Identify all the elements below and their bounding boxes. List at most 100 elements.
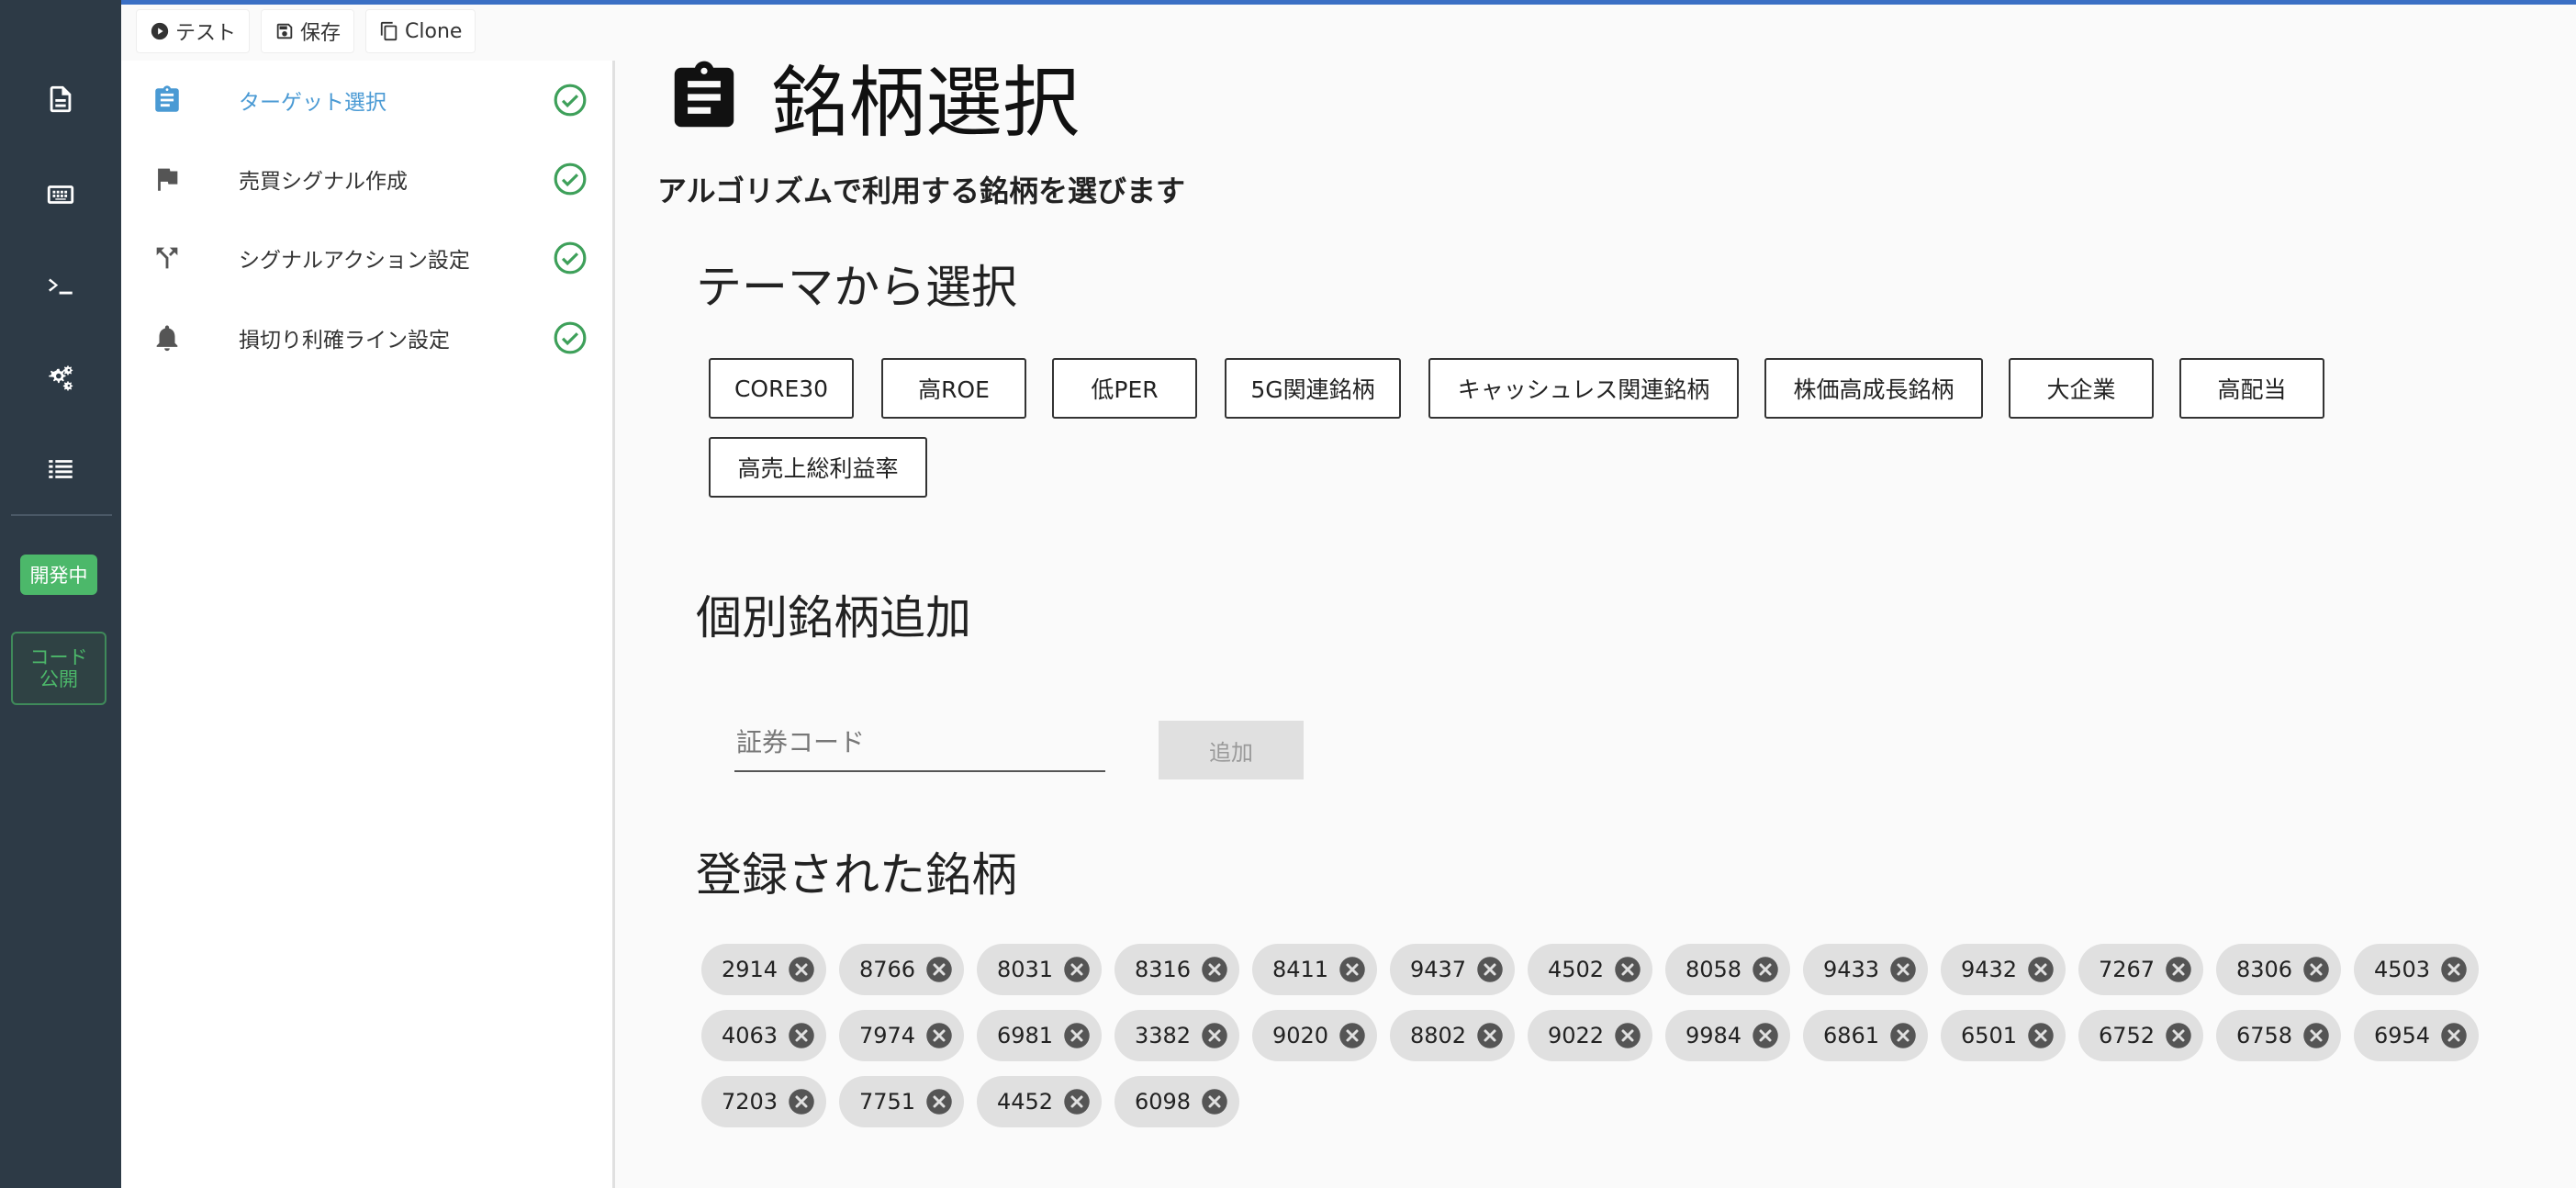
- remove-chip-icon[interactable]: [2165, 1022, 2192, 1049]
- theme-button[interactable]: 株価高成長銘柄: [1764, 358, 1983, 419]
- stock-code: 9020: [1272, 1023, 1329, 1048]
- theme-button[interactable]: 大企業: [2009, 358, 2154, 419]
- remove-chip-icon[interactable]: [1889, 1022, 1917, 1049]
- remove-chip-icon[interactable]: [1201, 956, 1228, 983]
- remove-chip-icon[interactable]: [2440, 956, 2468, 983]
- stock-chip: 8411: [1252, 944, 1377, 995]
- step-target-selection[interactable]: ターゲット選択: [121, 63, 615, 137]
- stock-code: 8058: [1686, 957, 1742, 982]
- remove-chip-icon[interactable]: [925, 1088, 953, 1115]
- stock-code: 7974: [859, 1023, 916, 1048]
- stock-chip: 6758: [2216, 1010, 2341, 1061]
- stock-code: 9433: [1823, 957, 1880, 982]
- check-circle-icon: [554, 163, 587, 196]
- stock-code: 8031: [997, 957, 1054, 982]
- stock-code: 4063: [722, 1023, 778, 1048]
- stock-chip: 9432: [1941, 944, 2066, 995]
- remove-chip-icon[interactable]: [1338, 956, 1366, 983]
- step-label: 売買シグナル作成: [239, 170, 408, 194]
- stock-code-input[interactable]: [734, 713, 1105, 772]
- step-signal-creation[interactable]: 売買シグナル作成: [121, 142, 615, 216]
- remove-chip-icon[interactable]: [1201, 1088, 1228, 1115]
- theme-button[interactable]: 高ROE: [881, 358, 1026, 419]
- step-stoploss-takeprofit[interactable]: 損切り利確ライン設定: [121, 301, 615, 375]
- remove-chip-icon[interactable]: [1614, 1022, 1641, 1049]
- remove-chip-icon[interactable]: [2302, 1022, 2330, 1049]
- stock-code: 4502: [1548, 957, 1605, 982]
- remove-chip-icon[interactable]: [788, 956, 815, 983]
- main-content: 銘柄選択 アルゴリズムで利用する銘柄を選びます テーマから選択 CORE30 高…: [617, 5, 2576, 1188]
- page-subtitle: アルゴリズムで利用する銘柄を選びます: [657, 174, 1186, 208]
- remove-chip-icon[interactable]: [925, 1022, 953, 1049]
- list-icon[interactable]: [38, 446, 84, 492]
- stock-code: 7203: [722, 1089, 778, 1115]
- remove-chip-icon[interactable]: [1201, 1022, 1228, 1049]
- rail-divider: [11, 514, 112, 516]
- remove-chip-icon[interactable]: [788, 1088, 815, 1115]
- floppy-disk-icon: [276, 23, 293, 39]
- stock-chip: 8766: [839, 944, 964, 995]
- remove-chip-icon[interactable]: [1476, 956, 1504, 983]
- test-button[interactable]: テスト: [136, 9, 251, 53]
- remove-chip-icon[interactable]: [1889, 956, 1917, 983]
- remove-chip-icon[interactable]: [2027, 956, 2055, 983]
- stock-chip: 8058: [1665, 944, 1790, 995]
- remove-chip-icon[interactable]: [1752, 1022, 1779, 1049]
- remove-chip-icon[interactable]: [1614, 956, 1641, 983]
- bell-icon: [149, 319, 185, 356]
- remove-chip-icon[interactable]: [2165, 956, 2192, 983]
- stock-code: 6752: [2099, 1023, 2156, 1048]
- remove-chip-icon[interactable]: [2027, 1022, 2055, 1049]
- stock-chip: 3382: [1114, 1010, 1239, 1061]
- code-badge-line2: 公開: [39, 668, 78, 690]
- theme-button[interactable]: 高売上総利益率: [709, 437, 927, 498]
- theme-button[interactable]: 高配当: [2179, 358, 2324, 419]
- test-label: テスト: [175, 22, 237, 45]
- stock-chip: 8031: [977, 944, 1102, 995]
- save-button[interactable]: 保存: [261, 9, 355, 53]
- step-label: シグナルアクション設定: [239, 249, 470, 273]
- terminal-icon[interactable]: [38, 263, 84, 309]
- code-publish-button[interactable]: コード 公開: [11, 632, 106, 705]
- stock-chip: 4452: [977, 1076, 1102, 1127]
- remove-chip-icon[interactable]: [1063, 1088, 1091, 1115]
- stock-chip: 9022: [1528, 1010, 1652, 1061]
- gears-icon[interactable]: [38, 354, 84, 400]
- remove-chip-icon[interactable]: [1476, 1022, 1504, 1049]
- stock-chip: 7267: [2078, 944, 2203, 995]
- stock-chip: 4063: [701, 1010, 826, 1061]
- remove-chip-icon[interactable]: [1063, 1022, 1091, 1049]
- remove-chip-icon[interactable]: [2302, 956, 2330, 983]
- document-icon[interactable]: [38, 76, 84, 122]
- stock-chip: 9984: [1665, 1010, 1790, 1061]
- clone-button[interactable]: Clone: [365, 9, 476, 53]
- remove-chip-icon[interactable]: [1338, 1022, 1366, 1049]
- remove-chip-icon[interactable]: [2440, 1022, 2468, 1049]
- stock-chip: 8316: [1114, 944, 1239, 995]
- theme-button[interactable]: キャッシュレス関連銘柄: [1428, 358, 1739, 419]
- add-button[interactable]: 追加: [1159, 721, 1304, 779]
- theme-button[interactable]: 低PER: [1052, 358, 1197, 419]
- remove-chip-icon[interactable]: [788, 1022, 815, 1049]
- stock-chip: 8306: [2216, 944, 2341, 995]
- remove-chip-icon[interactable]: [1752, 956, 1779, 983]
- step-signal-action[interactable]: シグナルアクション設定: [121, 221, 615, 295]
- keyboard-icon[interactable]: [38, 172, 84, 218]
- stock-code: 7267: [2099, 957, 2156, 982]
- stock-chip: 7751: [839, 1076, 964, 1127]
- stock-code: 4452: [997, 1089, 1054, 1115]
- theme-button[interactable]: 5G関連銘柄: [1225, 358, 1401, 419]
- theme-button[interactable]: CORE30: [709, 358, 854, 419]
- check-circle-icon: [554, 84, 587, 117]
- remove-chip-icon[interactable]: [1063, 956, 1091, 983]
- stock-code: 9437: [1410, 957, 1467, 982]
- steps-panel: ターゲット選択 売買シグナル作成 シグナルアクション設定 損切り利確ライン設定: [121, 61, 615, 1188]
- stock-code: 9432: [1961, 957, 2018, 982]
- remove-chip-icon[interactable]: [925, 956, 953, 983]
- theme-heading: テーマから選択: [696, 261, 1017, 314]
- clipboard-icon: [149, 82, 185, 118]
- add-heading: 個別銘柄追加: [696, 591, 971, 644]
- stock-chip: 4503: [2354, 944, 2479, 995]
- stock-code: 6501: [1961, 1023, 2018, 1048]
- copy-icon: [380, 21, 398, 41]
